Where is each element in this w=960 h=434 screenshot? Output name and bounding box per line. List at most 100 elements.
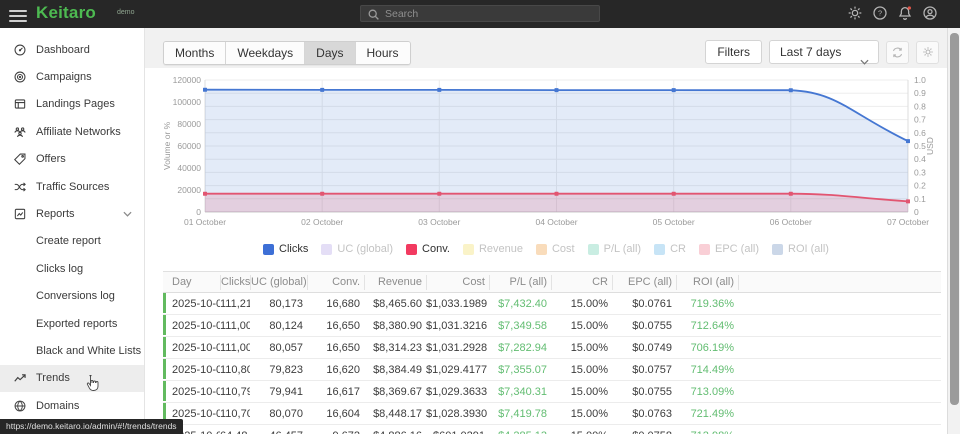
table-cell: $1,029.4177 <box>426 364 489 376</box>
sidebar-item-black-and-white-lists[interactable]: Black and White Lists <box>0 337 144 364</box>
legend-label: Revenue <box>479 243 523 255</box>
column-header[interactable]: Day <box>163 275 220 290</box>
sidebar-item-affiliate-networks[interactable]: Affiliate Networks <box>0 118 144 145</box>
menu-icon[interactable] <box>9 7 27 21</box>
topbar: Keitaro demo ? <box>0 0 960 28</box>
table-row[interactable]: 2025-10-06110,7080,07016,604$8,448.17$1,… <box>163 403 941 425</box>
sidebar-item-create-report[interactable]: Create report <box>0 228 144 255</box>
sidebar-item-campaigns[interactable]: Campaigns <box>0 63 144 90</box>
sidebar-item-conversions-log[interactable]: Conversions log <box>0 283 144 310</box>
svg-text:0.3: 0.3 <box>914 167 926 177</box>
app-logo[interactable]: Keitaro <box>36 3 96 23</box>
sidebar-item-domains[interactable]: Domains <box>0 392 144 419</box>
legend-label: UC (global) <box>337 243 393 255</box>
column-header[interactable]: P/L (all) <box>489 275 551 290</box>
tab-months[interactable]: Months <box>164 42 225 64</box>
landings-icon <box>13 97 27 111</box>
column-header[interactable]: ROI (all) <box>676 275 738 290</box>
tab-days[interactable]: Days <box>304 42 354 64</box>
search-input[interactable] <box>385 6 595 21</box>
legend-item-cost[interactable]: Cost <box>536 243 575 255</box>
table-row[interactable]: 2025-10-04110,8079,82316,620$8,384.49$1,… <box>163 359 941 381</box>
table-cell: $1,031.3216 <box>426 320 489 332</box>
refresh-button[interactable] <box>886 41 909 64</box>
table-body: 2025-10-01111,2180,17316,680$8,465.60$1,… <box>163 293 941 434</box>
table-cell: 80,173 <box>250 298 307 310</box>
sidebar-item-label: Exported reports <box>36 318 117 330</box>
table-cell: $8,384.49 <box>364 364 426 376</box>
table-cell: $8,380.90 <box>364 320 426 332</box>
legend-item-revenue[interactable]: Revenue <box>463 243 523 255</box>
table-cell: $1,033.1989 <box>426 298 489 310</box>
table-row[interactable]: 2025-10-02111,0080,12416,650$8,380.90$1,… <box>163 315 941 337</box>
column-header[interactable]: Conv. <box>307 275 364 290</box>
svg-text:?: ? <box>878 9 882 18</box>
table-row[interactable]: 2025-10-05110,7979,94116,617$8,369.67$1,… <box>163 381 941 403</box>
table-cell: 2025-10-06 <box>163 408 220 420</box>
legend-item-clicks[interactable]: Clicks <box>263 243 308 255</box>
legend-item-uc-global-[interactable]: UC (global) <box>321 243 393 255</box>
sidebar-item-clicks-log[interactable]: Clicks log <box>0 255 144 282</box>
sidebar-item-offers[interactable]: Offers <box>0 146 144 173</box>
sidebar-item-reports[interactable]: Reports <box>0 200 144 227</box>
table-cell: $1,028.3930 <box>426 408 489 420</box>
table-cell: 2025-10-02 <box>163 320 220 332</box>
notifications-bell-icon[interactable] <box>897 5 914 22</box>
svg-text:05 October: 05 October <box>653 217 695 227</box>
svg-text:40000: 40000 <box>177 163 201 173</box>
table-row[interactable]: 2025-10-0764,4846,4579,672$4,886.16$601.… <box>163 425 941 434</box>
table-cell: 111,00 <box>220 320 250 332</box>
table-row[interactable]: 2025-10-03111,0080,05716,650$8,314.23$1,… <box>163 337 941 359</box>
sidebar-item-label: Reports <box>36 208 75 220</box>
table-cell: $601.0291 <box>426 430 489 434</box>
table-cell: $0.0755 <box>612 320 676 332</box>
legend-item-conv-[interactable]: Conv. <box>406 243 450 255</box>
date-range-select[interactable]: Last 7 days <box>769 40 879 64</box>
table-cell: 16,650 <box>307 320 364 332</box>
search-box[interactable] <box>360 5 600 22</box>
trends-table: DayClicksUC (global)Conv.RevenueCostP/L … <box>163 271 941 434</box>
table-cell: $0.0761 <box>612 298 676 310</box>
sidebar-item-trends[interactable]: Trends <box>0 365 144 392</box>
table-cell: 110,80 <box>220 364 250 376</box>
scrollbar-thumb[interactable] <box>950 33 959 405</box>
row-status-bar <box>163 381 166 401</box>
column-header[interactable]: Cost <box>426 275 489 290</box>
table-row[interactable]: 2025-10-01111,2180,17316,680$8,465.60$1,… <box>163 293 941 315</box>
column-header[interactable]: Clicks <box>220 275 250 290</box>
page-scrollbar[interactable] <box>947 28 960 434</box>
svg-text:0.1: 0.1 <box>914 194 926 204</box>
tab-hours[interactable]: Hours <box>355 42 410 64</box>
tab-weekdays[interactable]: Weekdays <box>225 42 304 64</box>
help-icon[interactable]: ? <box>872 5 889 22</box>
table-cell: $8,369.67 <box>364 386 426 398</box>
chart-settings-button[interactable] <box>916 41 939 64</box>
affiliate-icon <box>13 125 27 139</box>
table-cell: $4,285.13 <box>489 430 551 434</box>
column-header[interactable]: EPC (all) <box>612 275 676 290</box>
sidebar-item-dashboard[interactable]: Dashboard <box>0 36 144 63</box>
sidebar-item-exported-reports[interactable]: Exported reports <box>0 310 144 337</box>
legend-swatch <box>588 244 599 255</box>
table-cell: $7,432.40 <box>489 298 551 310</box>
column-header[interactable]: UC (global) <box>250 275 307 290</box>
sidebar-item-landings-pages[interactable]: Landings Pages <box>0 91 144 118</box>
legend-item-epc-all-[interactable]: EPC (all) <box>699 243 759 255</box>
trends-chart[interactable]: 02000040000600008000010000012000000.10.2… <box>163 70 941 242</box>
sidebar-item-label: Landings Pages <box>36 98 115 110</box>
profile-icon[interactable] <box>922 5 939 22</box>
row-status-bar <box>163 359 166 379</box>
table-cell: 15.00% <box>551 342 612 354</box>
svg-text:07 October: 07 October <box>887 217 929 227</box>
traffic-icon <box>13 180 27 194</box>
sidebar-item-traffic-sources[interactable]: Traffic Sources <box>0 173 144 200</box>
column-header[interactable]: CR <box>551 275 612 290</box>
table-cell: 111,00 <box>220 342 250 354</box>
column-header[interactable]: Revenue <box>364 275 426 290</box>
settings-icon[interactable] <box>847 5 864 22</box>
filters-button[interactable]: Filters <box>705 40 762 64</box>
legend-item-roi-all-[interactable]: ROI (all) <box>772 243 829 255</box>
legend-item-cr[interactable]: CR <box>654 243 686 255</box>
legend-item-p-l-all-[interactable]: P/L (all) <box>588 243 642 255</box>
table-cell: $7,340.31 <box>489 386 551 398</box>
